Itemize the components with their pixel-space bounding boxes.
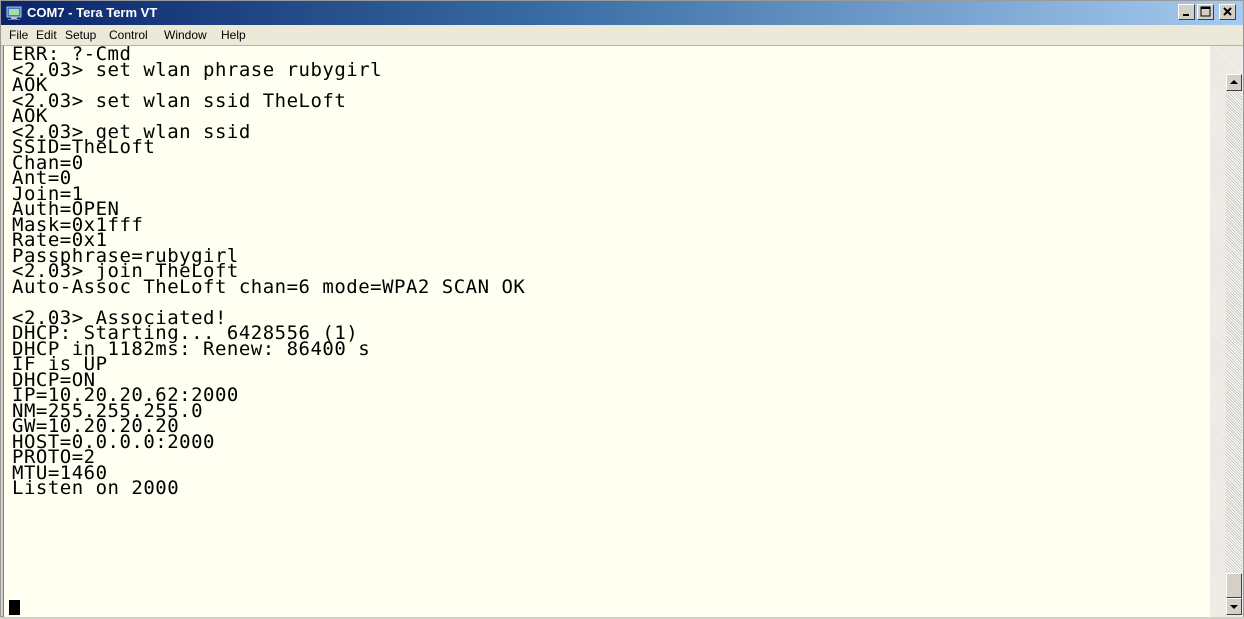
terminal-line: Auto-Assoc TheLoft chan=6 mode=WPA2 SCAN… [12,275,526,298]
arrow-down-icon [1230,605,1238,609]
terminal-window: COM7 - Tera Term VT File Edit Setup Cont… [0,0,1244,617]
minimize-button[interactable] [1178,4,1195,20]
close-icon [1223,7,1232,16]
title-bar[interactable]: COM7 - Tera Term VT [1,1,1243,25]
menu-control[interactable]: Control [105,25,152,45]
terminal-line: Listen on 2000 [12,477,180,499]
arrow-up-icon [1230,80,1238,84]
terminal-cursor [9,600,20,615]
menu-setup[interactable]: Setup [61,25,100,45]
terminal-line: <2.03> set wlan ssid TheLoft [12,89,347,112]
tera-term-app-icon[interactable] [6,5,22,21]
terminal-line: <2.03> set wlan phrase rubygirl [12,58,383,81]
maximize-button[interactable] [1197,4,1214,20]
terminal-line: Ant=0 [12,167,72,189]
menu-help[interactable]: Help [217,25,250,45]
scroll-thumb[interactable] [1226,573,1242,598]
terminal-screen[interactable]: ERR: ?-Cmd <2.03> set wlan phrase rubygir… [3,46,1210,617]
terminal-output: ERR: ?-Cmd <2.03> set wlan phrase rubygir… [12,46,526,499]
scroll-up-button[interactable] [1226,74,1242,91]
vertical-scrollbar[interactable] [1210,46,1243,617]
close-button[interactable] [1219,4,1236,20]
menu-edit[interactable]: Edit [32,25,61,45]
menu-window[interactable]: Window [160,25,211,45]
scroll-track[interactable] [1226,91,1242,573]
window-title: COM7 - Tera Term VT [27,5,158,20]
terminal-line: SSID=TheLoft [12,136,156,158]
menu-bar: File Edit Setup Control Window Help [1,25,1243,46]
maximize-icon [1200,6,1211,17]
menu-file[interactable]: File [5,25,32,45]
scroll-down-button[interactable] [1226,598,1242,615]
minimize-icon [1183,14,1189,16]
